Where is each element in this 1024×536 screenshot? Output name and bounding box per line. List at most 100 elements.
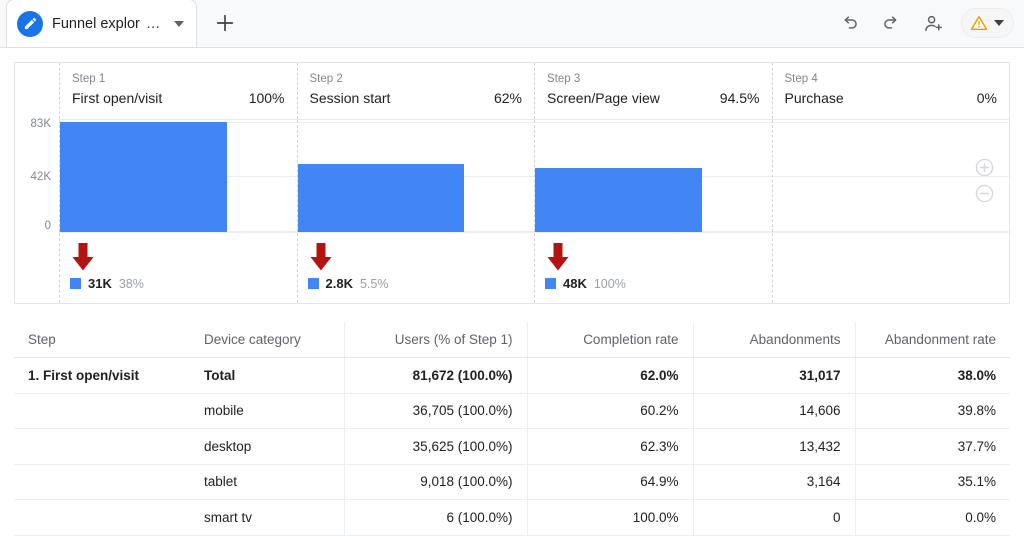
chevron-down-icon[interactable]: [174, 20, 185, 27]
undo-button[interactable]: [833, 7, 865, 39]
abandonment-down-arrow-icon: [72, 243, 94, 271]
tab-label: Funnel explor: [52, 15, 140, 32]
table-header-row: Step Device category Users (% of Step 1)…: [14, 322, 1010, 358]
step-name: Screen/Page view: [547, 90, 660, 106]
cell-device: desktop: [190, 428, 344, 465]
cell-abandonment-rate: 0.0%: [854, 499, 1010, 536]
bar-cell[interactable]: [59, 120, 297, 232]
table-row[interactable]: smart tv 6 (100.0%) 100.0% 0 0.0%: [14, 499, 1010, 536]
add-tab-button[interactable]: [197, 0, 254, 47]
chart-zoom-controls: [974, 157, 995, 204]
cell-abandonments: 3,164: [692, 464, 855, 500]
column-header-abandonment-rate[interactable]: Abandonment rate: [854, 322, 1010, 358]
cell-abandonments: 31,017: [692, 357, 855, 394]
cell-step: [14, 464, 190, 500]
step-name: Purchase: [784, 90, 844, 106]
warning-triangle-icon: [970, 15, 988, 31]
legend-swatch: [307, 278, 319, 289]
funnel-step-header[interactable]: Step 1 First open/visit 100%: [59, 63, 297, 119]
column-header-step[interactable]: Step: [14, 322, 190, 358]
warning-status-button[interactable]: [961, 8, 1014, 38]
funnel-step-header[interactable]: Step 2 Session start 62%: [296, 63, 535, 119]
cell-users: 9,018 (100.0%): [343, 464, 527, 500]
abandonment-cell[interactable]: 2.8K 5.5%: [296, 233, 535, 303]
add-person-icon: [924, 15, 942, 31]
cell-abandonment-rate: 38.0%: [854, 357, 1010, 394]
step-percentage: 0%: [976, 90, 997, 106]
undo-arrow-icon: [844, 15, 857, 29]
table-row[interactable]: mobile 36,705 (100.0%) 60.2% 14,606 39.8…: [14, 393, 1010, 429]
table-row[interactable]: 1. First open/visit Total 81,672 (100.0%…: [14, 357, 1010, 394]
column-header-users[interactable]: Users (% of Step 1): [343, 322, 527, 358]
cell-completion-rate: 62.3%: [526, 428, 693, 465]
y-axis: 83K 42K 0: [15, 118, 59, 232]
cell-abandonment-rate: 37.7%: [854, 428, 1010, 465]
cell-abandonments: 0: [692, 499, 855, 536]
abandonment-cell[interactable]: 48K 100%: [534, 233, 772, 303]
tab-truncation-ellipsis: …: [145, 15, 162, 32]
cell-abandonments: 14,606: [692, 393, 855, 429]
cell-device: smart tv: [190, 499, 344, 536]
abandonment-down-arrow-icon: [547, 243, 569, 271]
redo-arrow-icon: [883, 15, 896, 29]
cell-step: [14, 499, 190, 536]
step-number: Step 2: [309, 73, 343, 85]
cell-step: [14, 393, 190, 429]
cell-users: 35,625 (100.0%): [343, 428, 527, 465]
funnel-step-header[interactable]: Step 4 Purchase 0%: [771, 63, 1010, 119]
abandonment-legend: 48K 100%: [545, 276, 626, 291]
abandonment-percentage: 100%: [593, 276, 626, 291]
funnel-step-header[interactable]: Step 3 Screen/Page view 94.5%: [534, 63, 772, 119]
cell-users: 6 (100.0%): [343, 499, 527, 536]
cell-device: tablet: [190, 464, 344, 500]
cell-completion-rate: 64.9%: [526, 464, 693, 500]
bar-step-1[interactable]: [60, 122, 227, 232]
cell-device: Total: [190, 357, 344, 394]
step-number: Step 4: [784, 73, 818, 85]
step-percentage: 100%: [248, 90, 285, 106]
chevron-down-icon[interactable]: [994, 20, 1004, 26]
cell-abandonment-rate: 35.1%: [854, 464, 1010, 500]
cell-completion-rate: 100.0%: [526, 499, 693, 536]
top-bar-actions: [833, 0, 1024, 47]
abandonment-band: 31K 38% 2.8K 5.5% 48K 100%: [59, 232, 1009, 303]
column-header-device-category[interactable]: Device category: [190, 322, 344, 358]
abandonment-legend: 31K 38%: [70, 276, 144, 291]
y-axis-tick-label: 83K: [30, 118, 51, 130]
funnel-step-headers: Step 1 First open/visit 100% Step 2 Sess…: [59, 63, 1009, 120]
legend-swatch: [70, 278, 81, 289]
funnel-chart-panel: Step 1 First open/visit 100% Step 2 Sess…: [14, 62, 1010, 304]
bar-cell[interactable]: [534, 120, 772, 232]
funnel-data-table: Step Device category Users (% of Step 1)…: [14, 322, 1010, 536]
y-axis-tick-label: 0: [44, 220, 51, 232]
cell-completion-rate: 62.0%: [526, 357, 693, 394]
zoom-in-icon[interactable]: [974, 157, 995, 178]
cell-abandonments: 13,432: [692, 428, 855, 465]
column-header-completion-rate[interactable]: Completion rate: [526, 322, 693, 358]
abandonment-value: 31K: [88, 276, 112, 291]
abandonment-value: 2.8K: [325, 276, 353, 291]
abandonment-value: 48K: [563, 276, 587, 291]
cell-users: 36,705 (100.0%): [343, 393, 527, 429]
bar-cell[interactable]: [296, 120, 535, 232]
step-number: Step 1: [72, 73, 106, 85]
top-bar: Funnel explor …: [0, 0, 1024, 48]
step-name: First open/visit: [72, 90, 163, 106]
funnel-bars: [59, 120, 1009, 232]
zoom-out-icon[interactable]: [974, 183, 995, 204]
abandonment-down-arrow-icon: [310, 243, 331, 271]
abandonment-cell[interactable]: [771, 233, 1010, 303]
share-button[interactable]: [917, 7, 949, 39]
bar-step-3[interactable]: [535, 168, 702, 232]
column-header-abandonments[interactable]: Abandonments: [692, 322, 855, 358]
legend-swatch: [545, 278, 556, 289]
step-percentage: 94.5%: [719, 90, 760, 106]
redo-button[interactable]: [875, 7, 907, 39]
tab-funnel-exploration[interactable]: Funnel explor …: [6, 0, 198, 47]
abandonment-cell[interactable]: 31K 38%: [59, 233, 297, 303]
step-percentage: 62%: [493, 90, 522, 106]
table-row[interactable]: desktop 35,625 (100.0%) 62.3% 13,432 37.…: [14, 428, 1010, 465]
bar-step-2[interactable]: [297, 164, 465, 232]
cell-completion-rate: 60.2%: [526, 393, 693, 429]
table-row[interactable]: tablet 9,018 (100.0%) 64.9% 3,164 35.1%: [14, 464, 1010, 500]
